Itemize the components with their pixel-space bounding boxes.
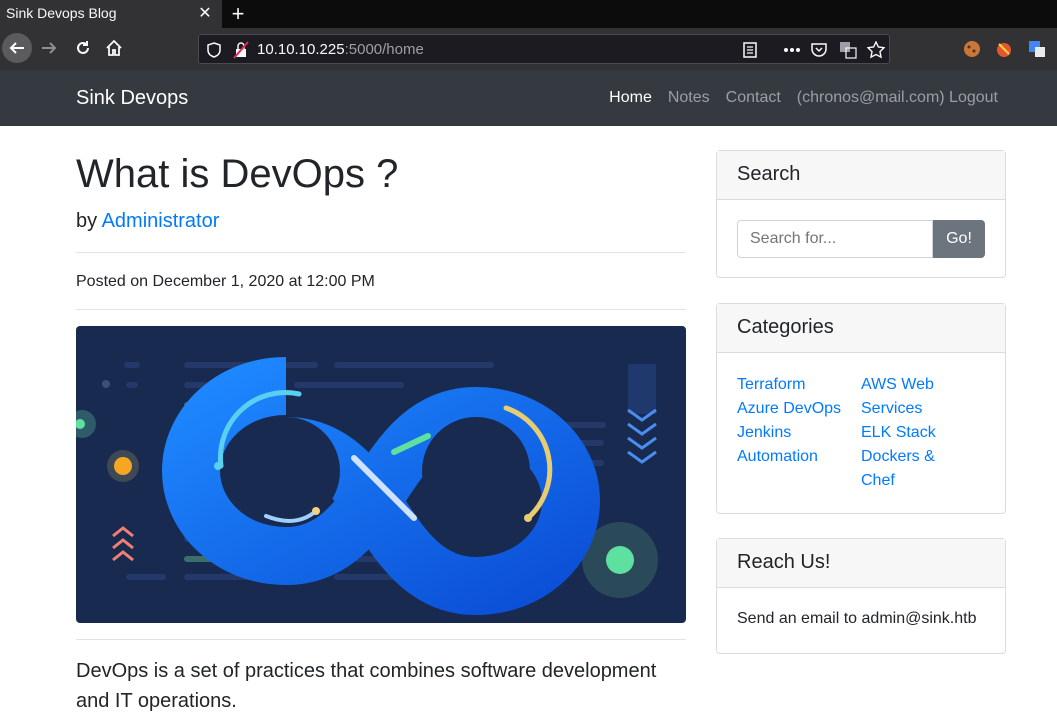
back-button[interactable] [2, 33, 32, 63]
translate-icon[interactable] [839, 41, 857, 59]
reach-us-title: Reach Us! [717, 539, 1005, 588]
category-link[interactable]: Terraform [737, 373, 861, 397]
site-menu: Home Notes Contact (chronos@mail.com) Lo… [593, 89, 998, 107]
search-go-button[interactable]: Go! [933, 220, 985, 258]
nav-notes[interactable]: Notes [668, 89, 710, 107]
nav-logout[interactable]: (chronos@mail.com) Logout [797, 89, 998, 107]
browser-tab[interactable]: Sink Devops Blog ✕ [0, 0, 222, 28]
browser-tab-bar: Sink Devops Blog ✕ + [0, 0, 1057, 28]
category-link[interactable]: Chef [861, 469, 985, 493]
category-link[interactable]: Dockers & [861, 445, 985, 469]
arrow-right-icon [42, 42, 57, 54]
tab-title: Sink Devops Blog [6, 5, 117, 21]
browser-toolbar: 10.10.10.225:5000/home [0, 28, 1057, 70]
home-button[interactable] [99, 33, 129, 63]
divider [76, 309, 686, 310]
url-host: 10.10.10.225 [257, 41, 345, 58]
bookmark-star-icon[interactable] [867, 41, 885, 59]
pocket-icon[interactable] [811, 42, 827, 57]
arrow-left-icon [9, 42, 24, 54]
url-path: :5000/home [344, 41, 424, 58]
reader-view-icon[interactable] [743, 42, 757, 58]
search-title: Search [717, 151, 1005, 200]
site-brand[interactable]: Sink Devops [76, 87, 188, 110]
new-tab-icon[interactable]: + [228, 1, 248, 27]
forward-button[interactable] [34, 33, 64, 63]
search-row: Go! [737, 220, 985, 258]
post-date: Posted on December 1, 2020 at 12:00 PM [76, 273, 375, 290]
reach-us-text: Send an email to admin@sink.htb [737, 610, 977, 627]
category-link[interactable]: AWS Web [861, 373, 985, 397]
categories-right: AWS Web Services ELK Stack Dockers & Che… [861, 373, 985, 493]
url-text[interactable]: 10.10.10.225:5000/home [257, 41, 424, 58]
nav-contact[interactable]: Contact [726, 89, 781, 107]
search-body: Go! [717, 200, 1005, 278]
search-widget: Search Go! [716, 150, 1006, 278]
categories-lists: Terraform Azure DevOps Jenkins Automatio… [737, 373, 985, 493]
categories-widget: Categories Terraform Azure DevOps Jenkin… [716, 303, 1006, 514]
category-link[interactable]: Services [861, 397, 985, 421]
reach-us-widget: Reach Us! Send an email to admin@sink.ht… [716, 538, 1006, 654]
categories-left: Terraform Azure DevOps Jenkins Automatio… [737, 373, 861, 493]
home-icon [106, 39, 122, 56]
post-title: What is DevOps ? [76, 152, 399, 196]
reload-icon [77, 41, 89, 54]
address-bar[interactable]: 10.10.10.225:5000/home [198, 34, 890, 64]
search-input[interactable] [737, 220, 933, 258]
tab-close-icon[interactable]: ✕ [196, 3, 214, 25]
divider [76, 639, 686, 640]
categories-body: Terraform Azure DevOps Jenkins Automatio… [717, 353, 1005, 513]
divider [76, 252, 686, 253]
extension-cookie-icon[interactable] [962, 39, 982, 59]
site-navbar: Sink Devops Home Notes Contact (chronos@… [0, 70, 1057, 126]
devops-infinity-illustration [76, 357, 658, 616]
hero-image [76, 326, 686, 623]
categories-title: Categories [717, 304, 1005, 353]
extension-burp-icon[interactable] [994, 39, 1014, 59]
shield-icon [207, 42, 221, 58]
category-link[interactable]: ELK Stack [861, 421, 985, 445]
author-link[interactable]: Administrator [102, 210, 220, 232]
extension-translate-icon[interactable] [1027, 39, 1047, 59]
category-link[interactable]: Automation [737, 445, 861, 469]
category-link[interactable]: Jenkins [737, 421, 861, 445]
reload-button[interactable] [68, 33, 98, 63]
page-actions-icon[interactable] [783, 47, 801, 53]
insecure-lock-icon[interactable] [233, 41, 249, 59]
post-lead: DevOps is a set of practices that combin… [76, 660, 657, 712]
post-byline: by Administrator [76, 210, 219, 233]
category-link[interactable]: Azure DevOps [737, 397, 861, 421]
byline-prefix: by [76, 210, 98, 232]
nav-home[interactable]: Home [609, 89, 652, 107]
